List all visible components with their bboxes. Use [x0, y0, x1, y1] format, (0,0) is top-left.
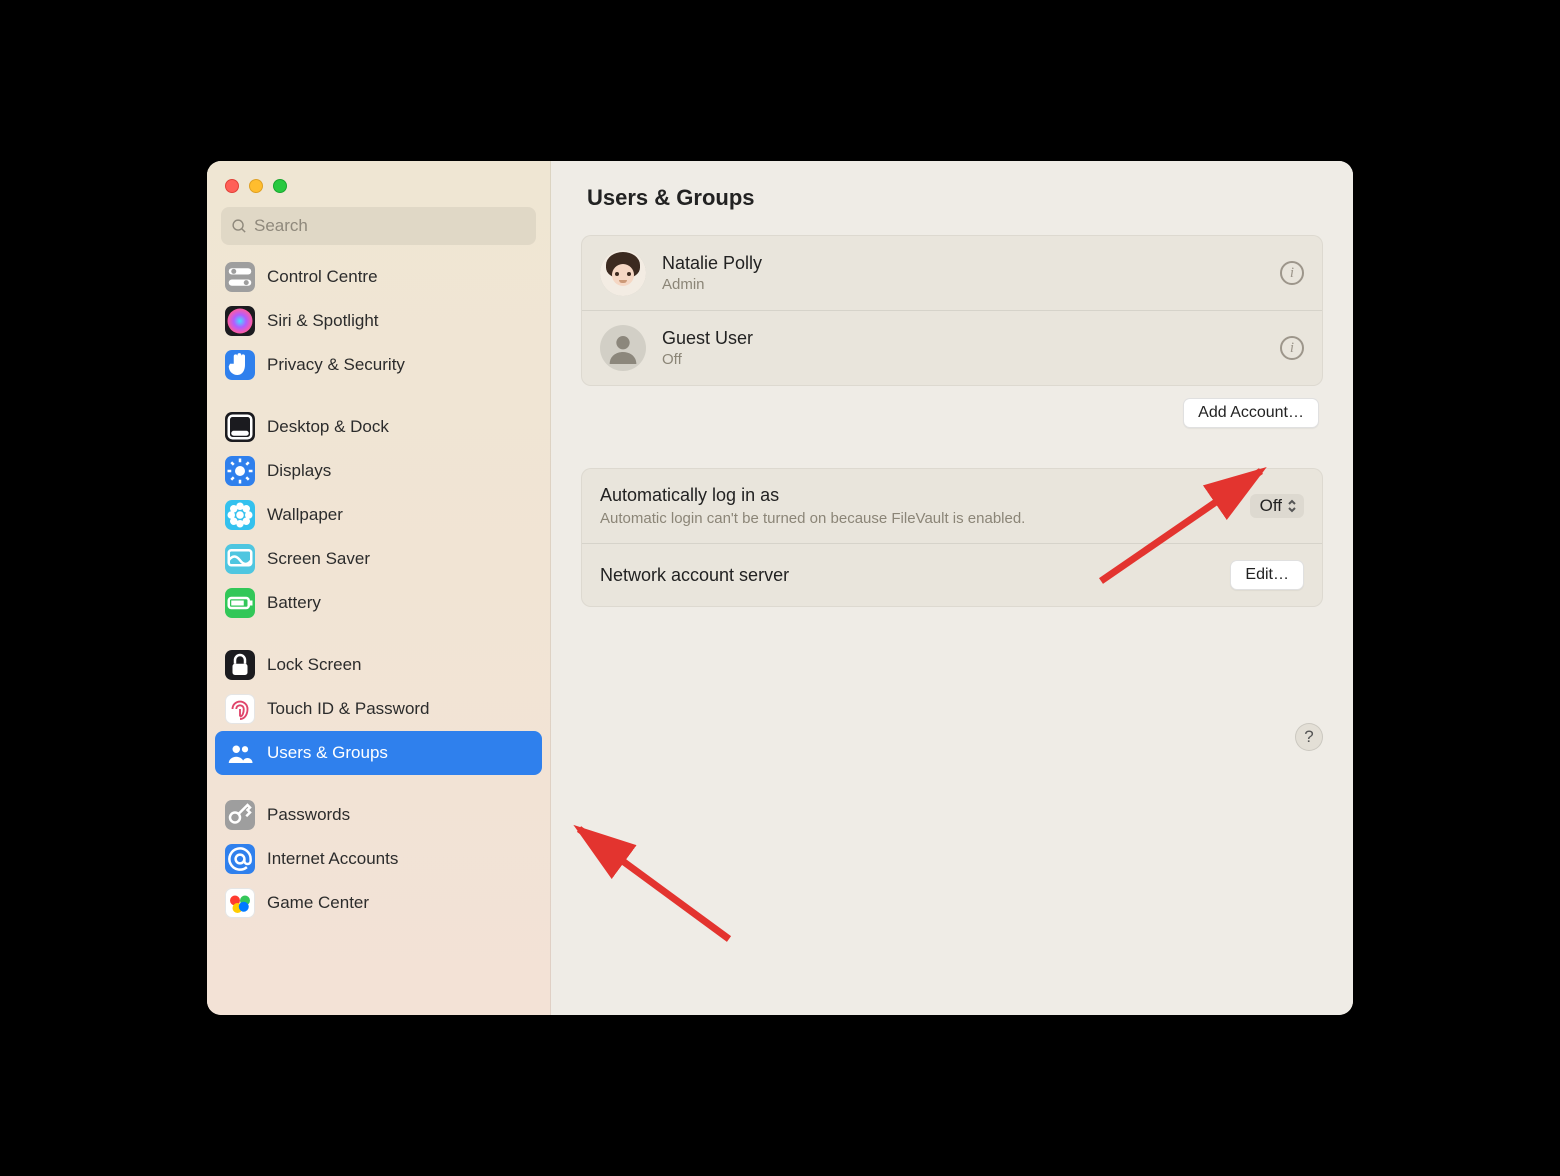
- avatar: [600, 325, 646, 371]
- user-row-admin[interactable]: Natalie Polly Admin i: [582, 236, 1322, 310]
- people-icon: [225, 738, 255, 768]
- edit-server-button[interactable]: Edit…: [1230, 560, 1304, 590]
- sidebar-item-label: Siri & Spotlight: [267, 311, 379, 331]
- setting-text: Automatically log in as Automatic login …: [600, 485, 1250, 527]
- sidebar-item-battery[interactable]: Battery: [215, 581, 542, 625]
- sidebar-item-game-center[interactable]: Game Center: [215, 881, 542, 925]
- user-role: Admin: [662, 276, 1264, 293]
- sidebar-item-control-centre[interactable]: Control Centre: [215, 255, 542, 299]
- sidebar-item-desktop-dock[interactable]: Desktop & Dock: [215, 405, 542, 449]
- close-window-button[interactable]: [225, 179, 239, 193]
- minimize-window-button[interactable]: [249, 179, 263, 193]
- user-role: Off: [662, 351, 1264, 368]
- autologin-sublabel: Automatic login can't be turned on becau…: [600, 510, 1250, 527]
- network-server-label: Network account server: [600, 565, 1230, 586]
- sidebar-item-touch-id-password[interactable]: Touch ID & Password: [215, 687, 542, 731]
- sidebar-item-siri-spotlight[interactable]: Siri & Spotlight: [215, 299, 542, 343]
- users-list: Natalie Polly Admin i Guest User Off i: [581, 235, 1323, 386]
- settings-window: Search Control Centre Siri & Spotlight Pri…: [207, 161, 1353, 1015]
- page-title: Users & Groups: [587, 185, 1323, 211]
- main-panel: Users & Groups Natalie Polly Admin i Gue…: [551, 161, 1353, 1015]
- sidebar-item-label: Internet Accounts: [267, 849, 398, 869]
- zoom-window-button[interactable]: [273, 179, 287, 193]
- at-icon: [225, 844, 255, 874]
- dock-icon: [225, 412, 255, 442]
- sidebar-item-label: Screen Saver: [267, 549, 370, 569]
- sidebar-item-label: Touch ID & Password: [267, 699, 430, 719]
- info-icon[interactable]: i: [1280, 261, 1304, 285]
- screen-icon: [225, 544, 255, 574]
- flower-icon: [225, 500, 255, 530]
- sun-icon: [225, 456, 255, 486]
- network-server-row: Network account server Edit…: [582, 544, 1322, 606]
- sidebar-item-label: Users & Groups: [267, 743, 388, 763]
- autologin-value: Off: [1260, 496, 1282, 516]
- sidebar: Search Control Centre Siri & Spotlight Pri…: [207, 161, 551, 1015]
- sidebar-item-passwords[interactable]: Passwords: [215, 793, 542, 837]
- avatar: [600, 250, 646, 296]
- sidebar-item-internet-accounts[interactable]: Internet Accounts: [215, 837, 542, 881]
- sidebar-item-users-groups[interactable]: Users & Groups: [215, 731, 542, 775]
- setting-text: Network account server: [600, 565, 1230, 586]
- search-icon: [231, 218, 248, 235]
- sidebar-item-label: Passwords: [267, 805, 350, 825]
- autologin-row: Automatically log in as Automatic login …: [582, 469, 1322, 544]
- siri-icon: [225, 306, 255, 336]
- sidebar-item-privacy-security[interactable]: Privacy & Security: [215, 343, 542, 387]
- sidebar-item-label: Game Center: [267, 893, 369, 913]
- sidebar-item-displays[interactable]: Displays: [215, 449, 542, 493]
- login-settings: Automatically log in as Automatic login …: [581, 468, 1323, 607]
- help-button[interactable]: ?: [1295, 723, 1323, 751]
- gc-icon: [225, 888, 255, 918]
- window-controls: [207, 171, 550, 207]
- lock-icon: [225, 650, 255, 680]
- sidebar-item-screen-saver[interactable]: Screen Saver: [215, 537, 542, 581]
- hand-icon: [225, 350, 255, 380]
- add-account-button[interactable]: Add Account…: [1183, 398, 1319, 428]
- key-icon: [225, 800, 255, 830]
- info-icon[interactable]: i: [1280, 336, 1304, 360]
- memoji-icon: [600, 250, 646, 296]
- sidebar-item-label: Battery: [267, 593, 321, 613]
- sidebar-item-label: Displays: [267, 461, 331, 481]
- autologin-label: Automatically log in as: [600, 485, 1250, 506]
- person-icon: [607, 332, 639, 364]
- sidebar-item-lock-screen[interactable]: Lock Screen: [215, 643, 542, 687]
- add-account-row: Add Account…: [585, 398, 1319, 428]
- user-name: Natalie Polly: [662, 253, 1264, 274]
- sidebar-item-label: Privacy & Security: [267, 355, 405, 375]
- finger-icon: [225, 694, 255, 724]
- user-text: Guest User Off: [662, 328, 1264, 368]
- sidebar-item-label: Wallpaper: [267, 505, 343, 525]
- user-text: Natalie Polly Admin: [662, 253, 1264, 293]
- search-input[interactable]: Search: [221, 207, 536, 245]
- autologin-popup[interactable]: Off: [1250, 494, 1304, 518]
- chevron-up-down-icon: [1286, 498, 1298, 514]
- sidebar-item-label: Lock Screen: [267, 655, 362, 675]
- user-row-guest[interactable]: Guest User Off i: [582, 310, 1322, 385]
- sidebar-item-label: Control Centre: [267, 267, 378, 287]
- sidebar-item-wallpaper[interactable]: Wallpaper: [215, 493, 542, 537]
- search-placeholder: Search: [254, 216, 308, 236]
- switches-icon: [225, 262, 255, 292]
- sidebar-nav: Control Centre Siri & Spotlight Privacy & …: [207, 255, 550, 925]
- battery-icon: [225, 588, 255, 618]
- sidebar-item-label: Desktop & Dock: [267, 417, 389, 437]
- user-name: Guest User: [662, 328, 1264, 349]
